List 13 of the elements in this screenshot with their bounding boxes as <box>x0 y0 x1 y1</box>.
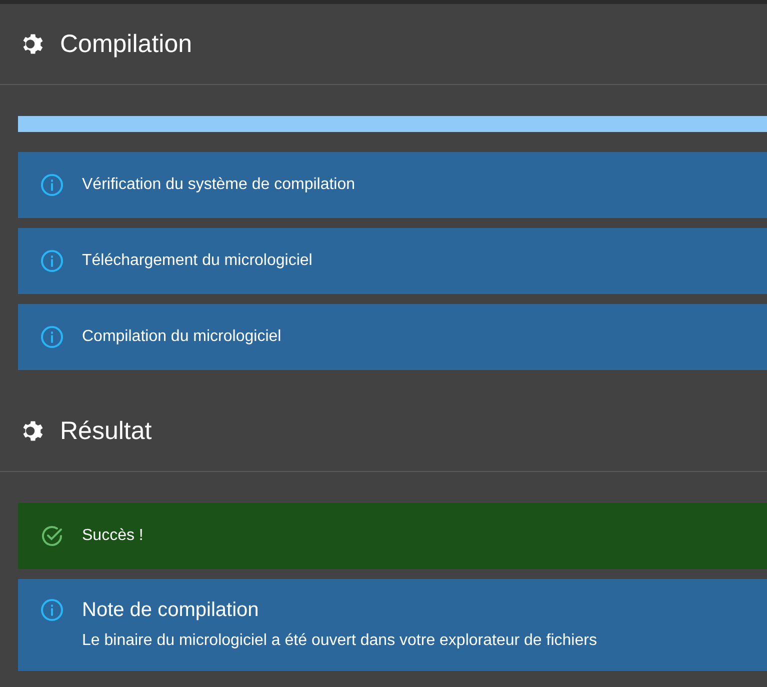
alert-text: Téléchargement du micrologiciel <box>82 251 312 271</box>
alert-text: Le binaire du micrologiciel a été ouvert dans votre explorateur de fichiers <box>82 631 597 651</box>
info-icon <box>40 325 64 349</box>
alert-text: Vérification du système de compilation <box>82 175 356 195</box>
alert-text: Compilation du micrologiciel <box>82 327 282 347</box>
section-title: Compilation <box>60 30 192 58</box>
section-title: Résultat <box>60 416 152 446</box>
alert-text: Succès ! <box>82 526 144 546</box>
alert-title: Note de compilation <box>82 598 260 622</box>
info-icon <box>40 249 64 273</box>
info-icon <box>40 173 64 197</box>
check-circle-icon <box>40 524 64 548</box>
info-icon <box>40 598 64 622</box>
